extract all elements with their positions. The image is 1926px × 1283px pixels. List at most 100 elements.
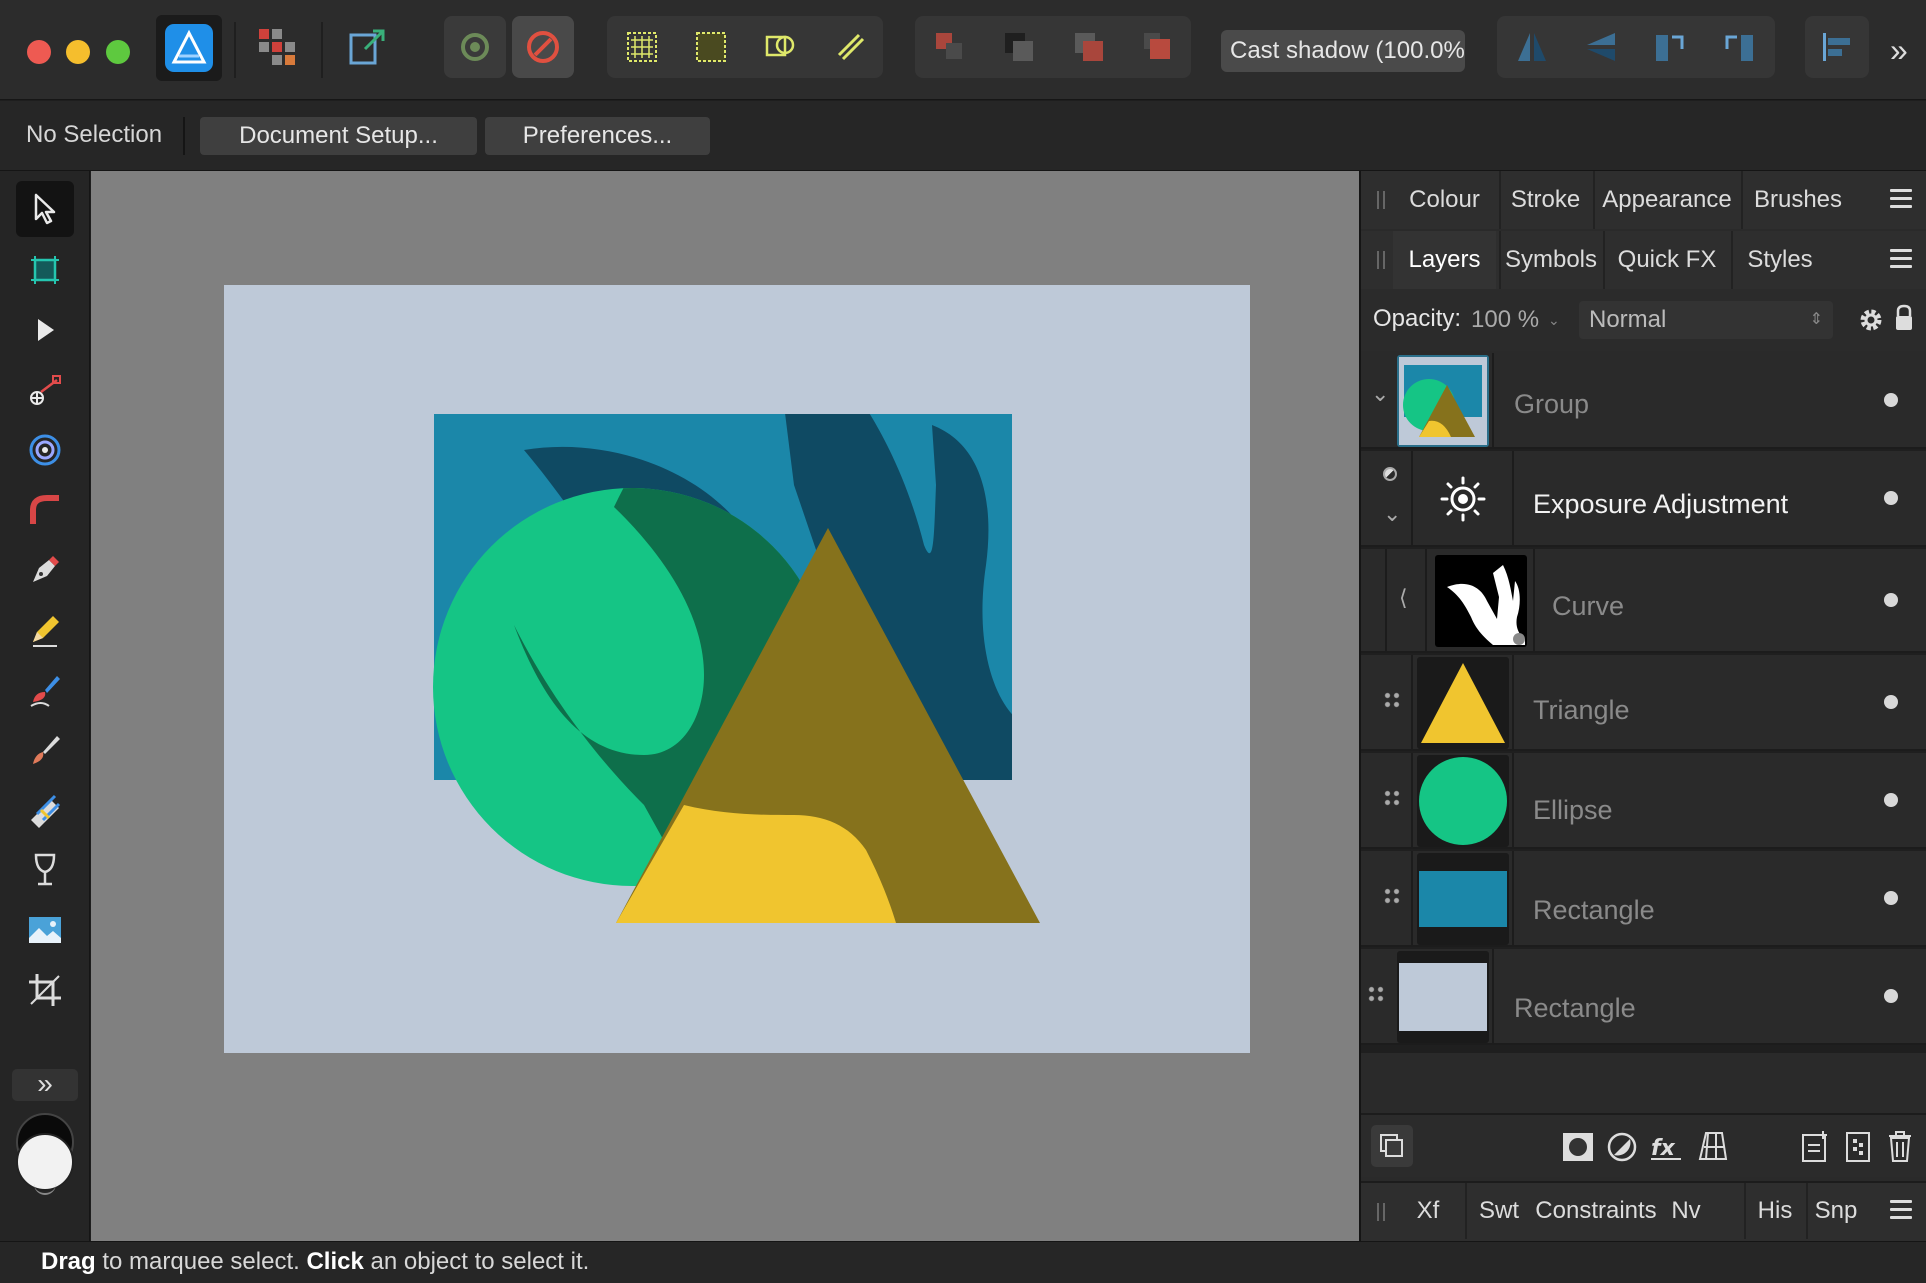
pen-tool[interactable]	[16, 542, 74, 598]
zoom-window-button[interactable]	[106, 40, 130, 64]
point-transform-tool[interactable]	[16, 362, 74, 418]
tab-history[interactable]: His	[1746, 1183, 1804, 1239]
chevron-down-icon[interactable]: ⌄	[1371, 381, 1389, 407]
tab-transform[interactable]: Xf	[1393, 1183, 1463, 1239]
visibility-toggle[interactable]	[1884, 593, 1898, 607]
fx-icon[interactable]: fx	[1649, 1129, 1683, 1163]
snapping-manager-button[interactable]	[444, 16, 506, 78]
add-layer-icon[interactable]	[1799, 1129, 1831, 1163]
vector-brush-tool[interactable]	[16, 662, 74, 718]
artboard[interactable]	[224, 285, 1250, 1053]
layer-row-rectangle-background[interactable]: Rectangle	[1361, 949, 1926, 1045]
designer-persona-button[interactable]	[156, 15, 222, 81]
drag-handle-icon[interactable]	[1383, 887, 1401, 905]
live-filter-icon[interactable]	[1694, 1129, 1728, 1163]
edit-all-layers-button[interactable]	[1371, 1125, 1413, 1167]
tab-stroke[interactable]: Stroke	[1501, 171, 1590, 229]
panel-menu-icon[interactable]	[1890, 1200, 1912, 1220]
document-setup-button[interactable]: Document Setup...	[200, 117, 477, 155]
link-button[interactable]	[820, 16, 882, 78]
align-button[interactable]	[1806, 16, 1868, 78]
drag-handle-icon[interactable]	[1383, 691, 1401, 709]
preferences-button[interactable]: Preferences...	[485, 117, 710, 155]
tab-quick-fx[interactable]: Quick FX	[1605, 231, 1729, 289]
artboard-icon	[31, 256, 59, 284]
move-to-back-button[interactable]	[919, 16, 981, 78]
vector-crop-tool[interactable]	[16, 962, 74, 1018]
tab-navigator[interactable]: Nv	[1661, 1183, 1711, 1239]
export-persona-button[interactable]	[336, 16, 398, 78]
trash-icon[interactable]	[1885, 1129, 1915, 1163]
canvas-area[interactable]	[91, 171, 1359, 1241]
drag-handle-icon[interactable]	[1383, 789, 1401, 807]
panel-menu-icon[interactable]	[1890, 249, 1912, 269]
close-window-button[interactable]	[27, 40, 51, 64]
contour-tool[interactable]	[16, 422, 74, 478]
snapping-toggle-button[interactable]	[512, 16, 574, 78]
chevrons-right-icon[interactable]: »	[1890, 30, 1908, 70]
shape-icon	[765, 35, 795, 57]
swap-colours-icon[interactable]	[34, 1183, 56, 1195]
blend-mode-select[interactable]: Normal ⇕	[1579, 301, 1833, 339]
paint-brush-tool[interactable]	[16, 722, 74, 778]
drag-handle-icon[interactable]	[1367, 985, 1385, 1003]
opacity-field[interactable]: 100 % ⌄	[1471, 301, 1561, 339]
layer-name: Triangle	[1533, 695, 1630, 725]
tab-colour[interactable]: Colour	[1393, 171, 1496, 229]
geometry-button[interactable]	[750, 16, 812, 78]
style-preset-field[interactable]: Cast shadow (100.0%	[1221, 30, 1465, 72]
visibility-toggle[interactable]	[1884, 695, 1898, 709]
mask-link-icon: ⟨	[1399, 585, 1408, 610]
artboard-tool[interactable]	[16, 242, 74, 298]
chevron-updown-icon: ⇕	[1809, 311, 1823, 328]
layer-row-ellipse[interactable]: Ellipse	[1361, 753, 1926, 849]
minimize-window-button[interactable]	[66, 40, 90, 64]
colour-selector[interactable]	[14, 1113, 76, 1195]
pencil-tool[interactable]	[16, 602, 74, 658]
tab-styles[interactable]: Styles	[1733, 231, 1827, 289]
tab-constraints[interactable]: Constraints	[1533, 1183, 1659, 1239]
show-grid-button[interactable]	[611, 16, 673, 78]
place-image-tool[interactable]	[16, 902, 74, 958]
move-to-front-button[interactable]	[1127, 16, 1189, 78]
chevron-down-icon[interactable]: ⌄	[1383, 501, 1401, 527]
tab-snapshots[interactable]: Snp	[1808, 1183, 1864, 1239]
node-tool[interactable]	[16, 302, 74, 358]
adjustment-icon[interactable]	[1606, 1131, 1638, 1163]
gear-icon[interactable]	[1858, 307, 1884, 333]
pixel-grid-button[interactable]	[680, 16, 742, 78]
crop-icon	[29, 974, 61, 1006]
visibility-toggle[interactable]	[1884, 491, 1898, 505]
tab-swatches[interactable]: Swt	[1467, 1183, 1531, 1239]
rotate-left-button[interactable]	[1639, 16, 1701, 78]
visibility-toggle[interactable]	[1884, 891, 1898, 905]
panel-menu-icon[interactable]	[1890, 189, 1912, 209]
tab-brushes[interactable]: Brushes	[1743, 171, 1853, 229]
layer-row-rectangle-blue[interactable]: Rectangle	[1361, 851, 1926, 947]
pixel-persona-button[interactable]	[246, 16, 308, 78]
tab-layers[interactable]: Layers	[1393, 231, 1496, 289]
layer-row-exposure-adjustment[interactable]: ⌄ Exposure Adjustment	[1361, 451, 1926, 547]
move-forward-one-button[interactable]	[1058, 16, 1120, 78]
corner-tool[interactable]	[16, 482, 74, 538]
transparency-tool[interactable]	[16, 842, 74, 898]
add-pixel-layer-icon[interactable]	[1843, 1129, 1873, 1163]
tab-appearance[interactable]: Appearance	[1595, 171, 1739, 229]
mask-layer-icon[interactable]	[1561, 1131, 1595, 1163]
tab-symbols[interactable]: Symbols	[1501, 231, 1601, 289]
vector-flood-fill-tool[interactable]	[16, 782, 74, 838]
visibility-toggle[interactable]	[1884, 393, 1898, 407]
visibility-toggle[interactable]	[1884, 989, 1898, 1003]
move-tool[interactable]	[16, 181, 74, 237]
rotate-right-button[interactable]	[1708, 16, 1770, 78]
expand-tools-button[interactable]: »	[12, 1069, 78, 1101]
move-back-one-button[interactable]	[988, 16, 1050, 78]
layer-row-group[interactable]: ⌄ Group	[1361, 353, 1926, 449]
layer-row-triangle[interactable]: Triangle	[1361, 655, 1926, 751]
layer-row-curve[interactable]: ⟨ Curve	[1361, 549, 1926, 653]
visibility-toggle[interactable]	[1884, 793, 1898, 807]
layers-stack-icon	[1380, 1134, 1403, 1157]
flip-horizontal-button[interactable]	[1501, 16, 1563, 78]
lock-icon[interactable]	[1893, 303, 1915, 333]
flip-vertical-button[interactable]	[1570, 16, 1632, 78]
